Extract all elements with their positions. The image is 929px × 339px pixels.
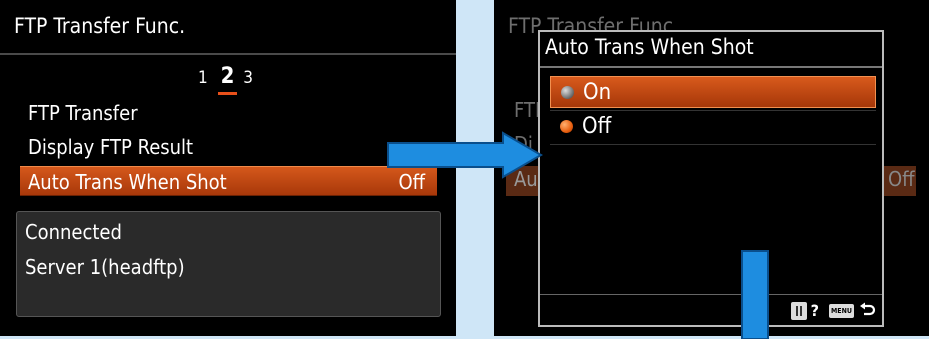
dialog-footer: ? MENU	[790, 301, 876, 320]
dialog-footer-divider	[540, 294, 882, 295]
connection-status: Connected	[25, 220, 122, 244]
dialog-title: Auto Trans When Shot	[545, 35, 754, 59]
menu-item-ftp-transfer[interactable]: FTP Transfer	[20, 98, 437, 128]
trash-icon[interactable]	[790, 301, 807, 320]
help-label[interactable]: ?	[811, 301, 819, 320]
connection-status-box: Connected Server 1(headftp)	[16, 211, 441, 317]
option-off[interactable]: Off	[550, 111, 876, 143]
option-on[interactable]: On	[550, 76, 876, 108]
menu-item-label: FTP Transfer	[28, 101, 138, 125]
page-3[interactable]: 3	[243, 68, 253, 88]
radio-unselected-icon	[560, 120, 573, 133]
menu-item-display-ftp-result[interactable]: Display FTP Result	[20, 132, 437, 162]
page-2-current[interactable]: 2	[217, 64, 238, 95]
auto-trans-dialog: Auto Trans When Shot On Off ? MENU	[538, 30, 884, 327]
option-label: Off	[582, 114, 612, 139]
menu-item-label: Auto Trans When Shot	[28, 170, 227, 194]
menu-key-icon[interactable]: MENU	[829, 303, 854, 318]
title-divider	[0, 53, 456, 55]
server-name: Server 1(headftp)	[25, 255, 185, 279]
option-label: On	[583, 80, 612, 105]
menu-item-label: Display FTP Result	[28, 135, 194, 159]
page-1[interactable]: 1	[198, 68, 208, 88]
dialog-title-divider	[540, 66, 882, 68]
down-arrow-icon	[741, 250, 769, 339]
option-divider	[550, 144, 876, 145]
background-item-value: Off	[888, 167, 915, 191]
radio-selected-icon	[561, 86, 574, 99]
right-camera-screen: FTP Transfer Func. FTP Di Au Off Auto Tr…	[494, 0, 929, 336]
menu-title: FTP Transfer Func.	[14, 14, 186, 38]
back-arrow-icon[interactable]	[858, 302, 876, 320]
page-indicator: 1 2 3	[198, 64, 257, 95]
menu-item-auto-trans-when-shot[interactable]: Auto Trans When Shot Off	[20, 166, 437, 196]
right-arrow-icon	[387, 131, 543, 179]
